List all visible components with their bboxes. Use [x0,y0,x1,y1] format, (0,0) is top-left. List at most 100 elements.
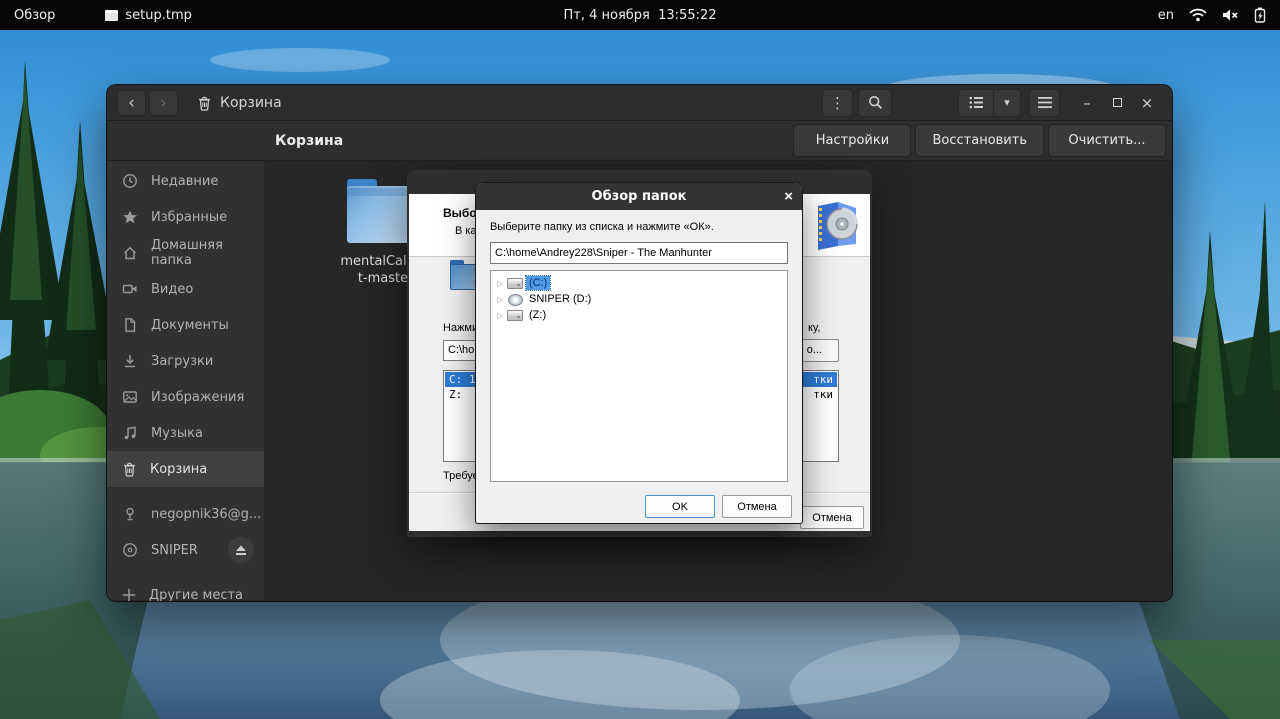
list-view-icon [969,96,983,109]
battery-charging-icon[interactable] [1254,7,1266,23]
cancel-button[interactable]: Отмена [722,495,792,518]
star-icon [123,210,137,224]
document-icon [125,318,136,332]
volume-muted-icon[interactable] [1222,8,1239,22]
dialog-close-button[interactable]: × [784,183,793,210]
sidebar-label: Другие места [149,587,244,602]
close-button[interactable]: × [1132,89,1162,117]
sidebar-item-documents[interactable]: Документы [107,307,264,343]
sidebar-item-recent[interactable]: Недавние [107,163,264,199]
sidebar-item-online-account[interactable]: negopnik36@g... [107,496,264,532]
disc-icon [123,543,137,557]
folder-tree[interactable]: ▷ (C:) ▷ SNIPER (D:) ▷ (Z:) [490,270,788,482]
maximize-icon [1112,98,1122,107]
expander-icon[interactable]: ▷ [493,311,507,320]
dialog-path-input[interactable]: C:\home\Andrey228\Sniper - The Manhunter [490,242,788,264]
eject-button[interactable] [228,537,254,563]
installer-required-label: Требуе [443,470,479,482]
sidebar-item-other-locations[interactable]: Другие места [107,577,264,601]
online-account-icon [126,507,134,521]
drive-row-left: Z: [449,388,463,401]
sidebar-label: Загрузки [151,353,214,369]
tree-row-c-drive[interactable]: ▷ (C:) [493,275,785,291]
search-icon [868,95,882,110]
hamburger-menu-button[interactable] [1029,88,1060,117]
sidebar-item-downloads[interactable]: Загрузки [107,343,264,379]
sidebar-item-videos[interactable]: Видео [107,271,264,307]
clock[interactable]: Пт, 4 ноября 13:55:22 [0,8,1280,23]
drive-row-right: тки [813,388,833,401]
trash-settings-button[interactable]: Настройки [793,124,912,157]
installer-hint-right: ку, [808,322,821,334]
sidebar-label: Корзина [150,461,208,477]
keyboard-layout-indicator[interactable]: en [1158,8,1174,23]
menu-kebab-button[interactable]: ⋮ [822,88,853,117]
minimize-button[interactable]: – [1072,89,1102,117]
ok-button[interactable]: OK [645,495,715,518]
sidebar-item-pictures[interactable]: Изображения [107,379,264,415]
dialog-titlebar[interactable]: Обзор папок × [476,183,802,210]
hamburger-icon [1037,97,1052,108]
home-icon [124,246,136,260]
trash-empty-button[interactable]: Очистить... [1048,124,1166,157]
image-icon [123,391,137,403]
expander-icon[interactable]: ▷ [493,279,507,288]
drive-row-left: C: 1 [449,373,476,386]
installer-cancel-button[interactable]: Отмена [800,506,864,529]
sidebar-item-trash[interactable]: Корзина [107,451,264,487]
top-bar: Обзор setup.tmp Пт, 4 ноября 13:55:22 en [0,0,1280,30]
eject-icon [236,545,246,555]
location-label: Корзина [220,94,282,111]
tree-row-z-drive[interactable]: ▷ (Z:) [493,307,785,323]
browse-folder-dialog: Обзор папок × Выберите папку из списка и… [476,183,802,523]
drive-row-right: тки [813,373,833,386]
trash-icon [124,462,135,477]
search-button[interactable] [858,88,892,117]
tree-row-d-drive[interactable]: ▷ SNIPER (D:) [493,291,785,307]
sidebar-label: SNIPER [151,542,198,558]
dialog-title: Обзор папок [591,189,687,204]
sidebar-item-starred[interactable]: Избранные [107,199,264,235]
wifi-icon[interactable] [1189,8,1207,22]
download-icon [125,355,135,368]
path-bar[interactable]: Корзина [197,95,282,111]
sidebar-label: Домашняя папка [151,238,223,268]
desktop: Обзор setup.tmp Пт, 4 ноября 13:55:22 en [0,0,1280,719]
drive-icon [507,277,523,289]
video-icon [122,284,137,294]
view-options-dropdown[interactable]: ▾ [994,88,1021,117]
trash-toolbar: Корзина Настройки Восстановить Очистить.… [107,121,1172,161]
sidebar-label: negopnik36@g... [151,506,262,522]
sidebar-item-music[interactable]: Музыка [107,415,264,451]
expander-icon[interactable]: ▷ [493,295,507,304]
clock-icon [123,174,137,188]
cd-drive-icon [507,293,523,306]
sidebar-label: Документы [151,317,229,333]
installer-hint-line1: Нажми [443,322,479,334]
installer-setup-icon [818,202,859,250]
view-switcher: ▾ [958,88,1021,117]
sidebar-label: Изображения [151,389,245,405]
sidebar-label: Музыка [151,425,203,441]
trash-icon [199,96,210,111]
trash-restore-button[interactable]: Восстановить [915,124,1044,157]
maximize-button[interactable] [1102,89,1132,117]
files-titlebar[interactable]: ‹ › Корзина ⋮ ▾ – × [107,85,1172,121]
music-icon [124,426,136,440]
back-button[interactable]: ‹ [117,89,146,116]
dialog-instruction: Выберите папку из списка и нажмите «ОК». [490,221,714,233]
sidebar-item-sniper-drive[interactable]: SNIPER [107,532,264,568]
page-title: Корзина [275,132,344,149]
tree-label-selected[interactable]: (C:) [524,275,552,291]
plus-icon [123,589,135,601]
tree-label[interactable]: SNIPER (D:) [526,292,594,306]
sidebar-label: Избранные [151,209,228,225]
forward-button[interactable]: › [149,89,178,116]
list-view-button[interactable] [958,88,994,117]
places-sidebar: Недавние Избранные Домашняя папка Видео … [107,161,265,601]
sidebar-item-home[interactable]: Домашняя папка [107,235,264,271]
tree-label[interactable]: (Z:) [526,308,549,322]
drive-icon [507,309,523,321]
sidebar-label: Недавние [151,173,219,189]
sidebar-label: Видео [151,281,194,297]
